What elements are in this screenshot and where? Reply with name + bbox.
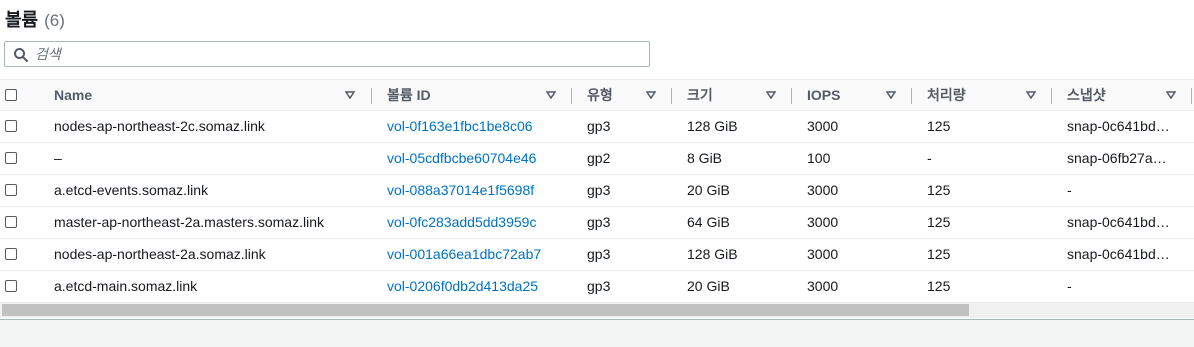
cell-throughput: - [927, 150, 932, 166]
cell-throughput: 125 [927, 278, 951, 294]
column-resizer[interactable] [671, 88, 672, 104]
cell-size: 20 GiB [687, 182, 730, 198]
row-checkbox[interactable] [5, 184, 17, 196]
column-resizer[interactable] [571, 88, 572, 104]
cell-throughput: 125 [927, 182, 951, 198]
cell-name: – [54, 150, 62, 166]
page-header: 볼륨 (6) [5, 6, 65, 32]
cell-type: gp3 [587, 246, 611, 262]
cell-snapshot: snap-06fb27a… [1067, 150, 1167, 166]
cell-snapshot: snap-0c641bd… [1067, 118, 1170, 134]
column-resizer[interactable] [1051, 88, 1052, 104]
search-input[interactable] [35, 44, 635, 64]
page-title: 볼륨 [5, 10, 39, 30]
volume-count: (6) [44, 11, 65, 30]
column-resizer[interactable] [1191, 88, 1192, 104]
cell-volume-id-link[interactable]: vol-001a66ea1dbc72ab7 [387, 239, 567, 270]
search-box[interactable] [4, 41, 650, 67]
column-header-snapshot[interactable]: 스냅샷 [1067, 80, 1157, 111]
column-resizer[interactable] [911, 88, 912, 104]
cell-size: 128 GiB [687, 118, 738, 134]
column-resizer[interactable] [791, 88, 792, 104]
table-row[interactable]: a.etcd-events.somaz.link vol-088a37014e1… [0, 175, 1194, 207]
cell-throughput: 125 [927, 214, 951, 230]
caret-down-icon[interactable] [546, 91, 556, 99]
cell-size: 20 GiB [687, 278, 730, 294]
caret-down-icon[interactable] [646, 91, 656, 99]
cell-snapshot: snap-0c641bd… [1067, 246, 1170, 262]
row-checkbox[interactable] [5, 120, 17, 132]
cell-iops: 3000 [807, 246, 839, 262]
cell-type: gp3 [587, 118, 611, 134]
caret-down-icon[interactable] [1166, 91, 1176, 99]
search-icon [14, 48, 28, 62]
cell-volume-id-link[interactable]: vol-05cdfbcbe60704e46 [387, 143, 567, 174]
cell-snapshot: - [1067, 278, 1072, 294]
cell-volume-id-link[interactable]: vol-0206f0db2d413da25 [387, 271, 567, 302]
column-header-iops[interactable]: IOPS [807, 80, 877, 111]
cell-type: gp3 [587, 182, 611, 198]
cell-iops: 3000 [807, 118, 839, 134]
table-row[interactable]: a.etcd-main.somaz.link vol-0206f0db2d413… [0, 271, 1194, 303]
table-row[interactable]: – vol-05cdfbcbe60704e46 gp2 8 GiB 100 - … [0, 143, 1194, 175]
cell-name: a.etcd-events.somaz.link [54, 182, 209, 198]
row-checkbox[interactable] [5, 248, 17, 260]
row-checkbox[interactable] [5, 152, 17, 164]
cell-name: nodes-ap-northeast-2c.somaz.link [54, 118, 265, 134]
table-row[interactable]: nodes-ap-northeast-2a.somaz.link vol-001… [0, 239, 1194, 271]
table-header-row: Name 볼륨 ID 유형 크기 IOPS 처리량 스냅샷 [0, 79, 1194, 111]
cell-name: nodes-ap-northeast-2a.somaz.link [54, 246, 266, 262]
footer-area [0, 320, 1194, 347]
cell-volume-id-link[interactable]: vol-088a37014e1f5698f [387, 175, 567, 206]
cell-volume-id-link[interactable]: vol-0f163e1fbc1be8c06 [387, 111, 567, 142]
volumes-table: Name 볼륨 ID 유형 크기 IOPS 처리량 스냅샷 nodes-ap-n… [0, 79, 1194, 303]
cell-type: gp2 [587, 150, 611, 166]
caret-down-icon[interactable] [345, 91, 355, 99]
cell-type: gp3 [587, 278, 611, 294]
caret-down-icon[interactable] [1026, 91, 1036, 99]
cell-type: gp3 [587, 214, 611, 230]
scrollbar-thumb[interactable] [2, 304, 969, 316]
caret-down-icon[interactable] [766, 91, 776, 99]
column-header-throughput[interactable]: 처리량 [927, 80, 1017, 111]
caret-down-icon[interactable] [886, 91, 896, 99]
cell-volume-id-link[interactable]: vol-0fc283add5dd3959c [387, 207, 567, 238]
cell-iops: 3000 [807, 278, 839, 294]
column-header-size[interactable]: 크기 [687, 80, 757, 111]
cell-size: 64 GiB [687, 214, 730, 230]
cell-iops: 3000 [807, 182, 839, 198]
cell-throughput: 125 [927, 118, 951, 134]
cell-iops: 100 [807, 150, 831, 166]
cell-size: 8 GiB [687, 150, 723, 166]
column-header-volume-id[interactable]: 볼륨 ID [387, 80, 537, 111]
cell-name: a.etcd-main.somaz.link [54, 278, 198, 294]
column-header-type[interactable]: 유형 [587, 80, 637, 111]
table-row[interactable]: master-ap-northeast-2a.masters.somaz.lin… [0, 207, 1194, 239]
cell-snapshot: snap-0c641bd… [1067, 214, 1170, 230]
cell-throughput: 125 [927, 246, 951, 262]
column-resizer[interactable] [371, 88, 372, 104]
select-all-checkbox[interactable] [5, 89, 17, 101]
cell-size: 128 GiB [687, 246, 738, 262]
table-row[interactable]: nodes-ap-northeast-2c.somaz.link vol-0f1… [0, 111, 1194, 143]
cell-snapshot: - [1067, 182, 1072, 198]
cell-iops: 3000 [807, 214, 839, 230]
row-checkbox[interactable] [5, 280, 17, 292]
cell-name: master-ap-northeast-2a.masters.somaz.lin… [54, 214, 324, 230]
column-header-name[interactable]: Name [54, 80, 334, 111]
row-checkbox[interactable] [5, 216, 17, 228]
